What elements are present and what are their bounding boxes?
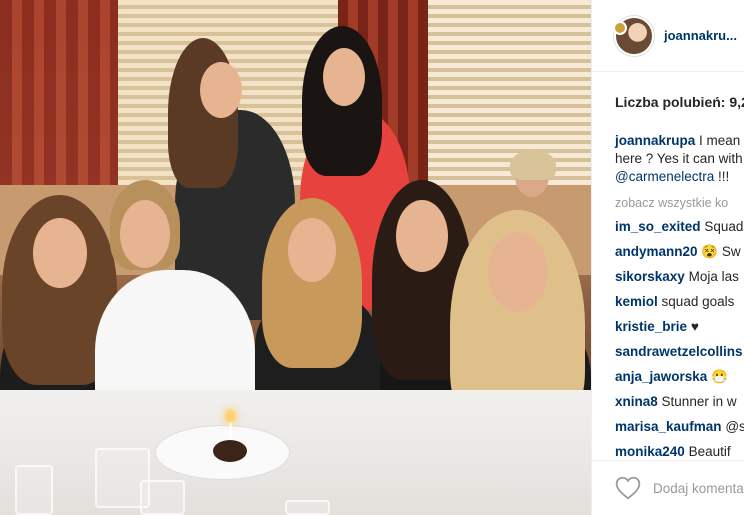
comment-text: Moja las: [688, 269, 739, 284]
caption: joannakrupa I mean: [615, 132, 744, 150]
comment-username[interactable]: monika240: [615, 444, 685, 459]
comment-row: sandrawetzelcollins: [615, 339, 744, 364]
comment-text: Squad: [704, 219, 744, 234]
comment-text: squad goals: [661, 294, 735, 309]
photo-hair: [510, 150, 556, 180]
add-comment-input[interactable]: Dodaj komentarz: [653, 481, 744, 496]
photo-face: [288, 218, 336, 282]
comment-row: sikorskaxy Moja las: [615, 264, 744, 289]
caption-line: @carmenelectra !!!: [615, 168, 744, 186]
photo-cake: [213, 440, 247, 462]
comment-row: xnina8 Stunner in w: [615, 389, 744, 414]
caption-tail: !!!: [718, 169, 730, 184]
comment-text: 😵 Sw: [701, 244, 741, 259]
photo-glass: [140, 480, 185, 515]
post-sidebar: joannakru... Liczba polubień: 9,2 joanna…: [591, 0, 744, 515]
comment-username[interactable]: im_so_exited: [615, 219, 701, 234]
photo-glass: [285, 500, 330, 515]
comment-username[interactable]: sandrawetzelcollins: [615, 344, 743, 359]
comment-text: 😷: [711, 369, 728, 384]
likes-count[interactable]: Liczba polubień: 9,2: [592, 72, 744, 132]
photo-face: [323, 48, 365, 106]
comment-username[interactable]: andymann20: [615, 244, 698, 259]
comment-username[interactable]: kristie_brie: [615, 319, 687, 334]
photo-face: [396, 200, 448, 272]
comment-username[interactable]: anja_jaworska: [615, 369, 707, 384]
photo-window-blinds: [428, 0, 591, 185]
photo-candle-flame: [226, 410, 235, 422]
comment-username[interactable]: sikorskaxy: [615, 269, 685, 284]
avatar[interactable]: [613, 15, 654, 56]
photo-face: [488, 232, 548, 312]
caption-line: here ? Yes it can with: [615, 151, 743, 166]
heart-icon[interactable]: [615, 476, 641, 500]
comments-list: joannakrupa I mean here ? Yes it can wit…: [592, 132, 744, 464]
comment-row: kemiol squad goals: [615, 289, 744, 314]
photo-table: [0, 390, 591, 515]
photo-face: [200, 62, 242, 118]
comment-text: ♥: [690, 319, 699, 334]
likes-label: Liczba polubień: 9,2: [615, 94, 744, 110]
comment-text: Stunner in w: [661, 394, 737, 409]
comment-footer: Dodaj komentarz: [592, 460, 744, 515]
comment-text: @s: [725, 419, 744, 434]
caption-mention[interactable]: @carmenelectra: [615, 169, 714, 184]
photo-glass: [15, 465, 53, 515]
comment-row: andymann20 😵 Sw: [615, 239, 744, 264]
caption-username[interactable]: joannakrupa: [615, 133, 695, 148]
photo-face: [33, 218, 87, 288]
photo-face: [120, 200, 170, 268]
caption-text: I mean: [699, 133, 741, 148]
post-username[interactable]: joannakru...: [664, 28, 737, 43]
story-ring-icon: [613, 20, 627, 35]
comment-username[interactable]: kemiol: [615, 294, 658, 309]
comment-row: marisa_kaufman @s: [615, 414, 744, 439]
comment-text: Beautif: [688, 444, 731, 459]
comment-username[interactable]: marisa_kaufman: [615, 419, 722, 434]
comment-row: kristie_brie ♥: [615, 314, 744, 339]
post-photo[interactable]: [0, 0, 591, 515]
comment-row: anja_jaworska 😷: [615, 364, 744, 389]
see-all-comments-link[interactable]: zobacz wszystkie ko: [615, 196, 744, 210]
comment-row: im_so_exited Squad: [615, 214, 744, 239]
post-header: joannakru...: [592, 0, 744, 72]
comment-username[interactable]: xnina8: [615, 394, 658, 409]
